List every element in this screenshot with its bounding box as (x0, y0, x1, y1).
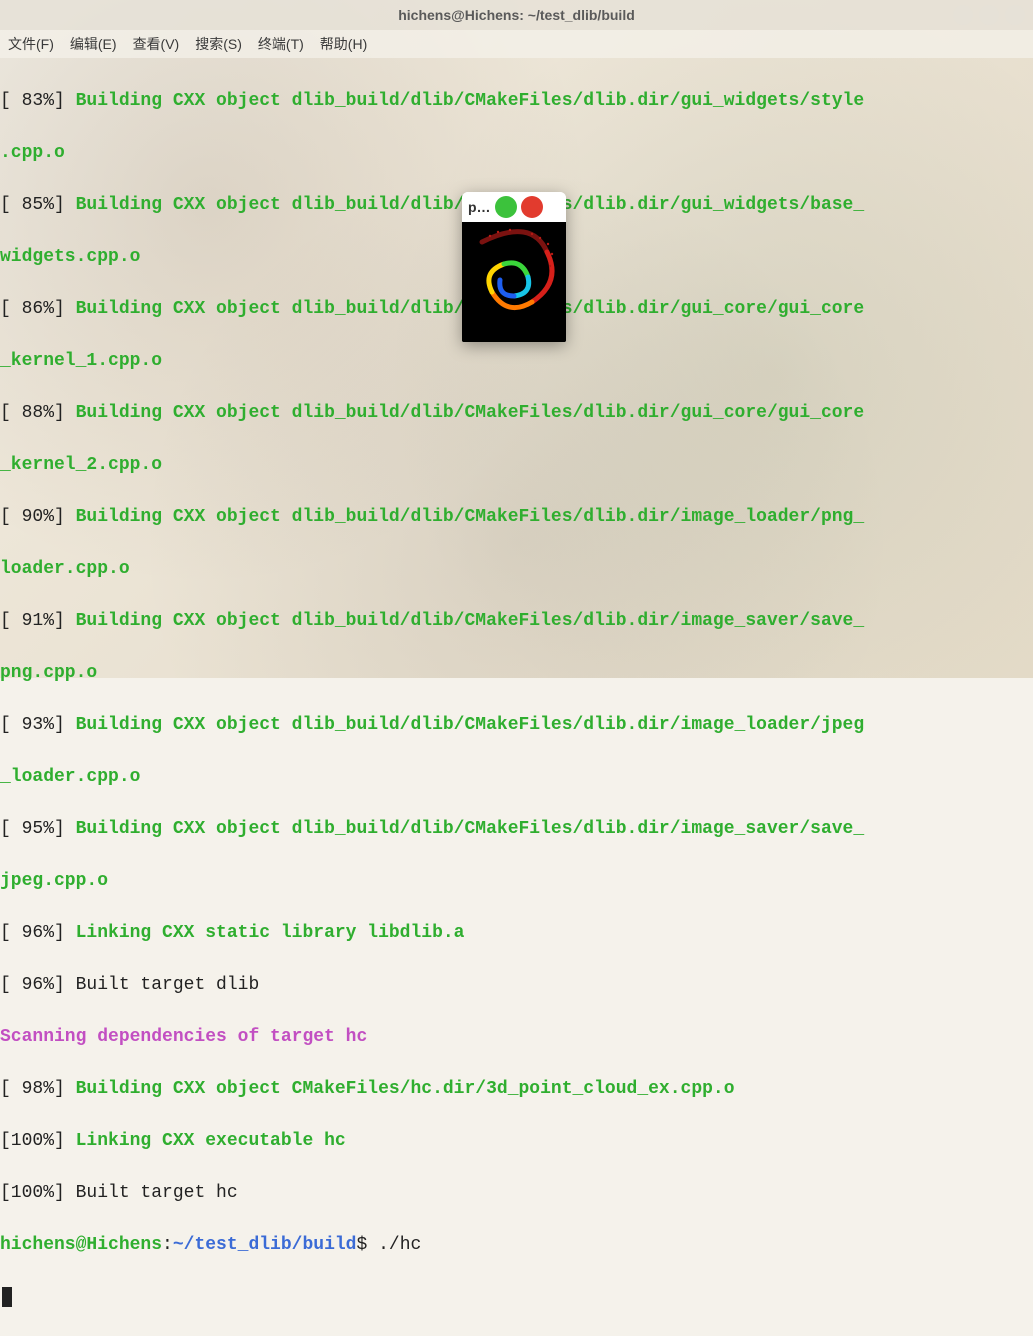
window-titlebar: hichens@Hichens: ~/test_dlib/build (0, 0, 1033, 30)
build-line: Building CXX object dlib_build/dlib/CMak… (76, 507, 865, 527)
perspective-window[interactable]: p… (462, 192, 566, 342)
build-line: Building CXX object dlib_build/dlib/CMak… (76, 611, 865, 631)
window-maximize-button[interactable] (979, 5, 999, 25)
menu-edit[interactable]: 编辑(E) (70, 34, 117, 54)
prompt-command: ./hc (378, 1235, 421, 1255)
prompt-colon: : (162, 1235, 173, 1255)
build-line: Building CXX object dlib_build/dlib/CMak… (76, 715, 865, 735)
popup-maximize-button[interactable] (495, 196, 517, 218)
window-title: hichens@Hichens: ~/test_dlib/build (398, 7, 635, 23)
build-line: Building CXX object dlib_build/dlib/CMak… (76, 403, 865, 423)
prompt-user: hichens@Hichens (0, 1235, 162, 1255)
window-close-button[interactable] (1005, 5, 1025, 25)
progress-pct: [100%] (0, 1131, 76, 1151)
progress-pct: [100%] (0, 1183, 76, 1203)
scan-line: Scanning dependencies of target hc (0, 1024, 1033, 1050)
progress-pct: [ 98%] (0, 1079, 76, 1099)
build-line-cont: png.cpp.o (0, 660, 1033, 686)
progress-pct: [ 90%] (0, 507, 76, 527)
build-line-cont: jpeg.cpp.o (0, 868, 1033, 894)
progress-pct: [ 91%] (0, 611, 76, 631)
cursor-block (2, 1287, 12, 1307)
menu-file[interactable]: 文件(F) (8, 34, 54, 54)
window-controls (953, 5, 1025, 25)
menu-search[interactable]: 搜索(S) (195, 34, 242, 54)
progress-pct: [ 93%] (0, 715, 76, 735)
build-line-cont: _loader.cpp.o (0, 764, 1033, 790)
progress-pct: [ 85%] (0, 195, 76, 215)
build-line-cont: loader.cpp.o (0, 556, 1033, 582)
popup-close-button[interactable] (521, 196, 543, 218)
build-line-cont: .cpp.o (0, 140, 1033, 166)
link-line: Linking CXX static library libdlib.a (76, 923, 465, 943)
menu-help[interactable]: 帮助(H) (320, 34, 367, 54)
prompt-path: ~/test_dlib/build (173, 1235, 357, 1255)
progress-pct: [ 88%] (0, 403, 76, 423)
build-line: Building CXX object dlib_build/dlib/CMak… (76, 91, 865, 111)
progress-pct: [ 83%] (0, 91, 76, 111)
popup-title: p… (468, 199, 491, 215)
point-cloud-canvas[interactable] (462, 222, 566, 342)
progress-pct: [ 95%] (0, 819, 76, 839)
prompt-dollar: $ (356, 1235, 378, 1255)
build-line-cont: _kernel_1.cpp.o (0, 348, 1033, 374)
menubar: 文件(F) 编辑(E) 查看(V) 搜索(S) 终端(T) 帮助(H) (0, 30, 1033, 58)
menu-terminal[interactable]: 终端(T) (258, 34, 304, 54)
built-line: Built target dlib (76, 975, 260, 995)
progress-pct: [ 86%] (0, 299, 76, 319)
popup-titlebar[interactable]: p… (462, 192, 566, 222)
menu-view[interactable]: 查看(V) (133, 34, 180, 54)
link-line: Linking CXX executable hc (76, 1131, 346, 1151)
build-line: Building CXX object dlib_build/dlib/CMak… (76, 819, 865, 839)
build-line: Building CXX object CMakeFiles/hc.dir/3d… (76, 1079, 735, 1099)
window-minimize-button[interactable] (953, 5, 973, 25)
build-line-cont: _kernel_2.cpp.o (0, 452, 1033, 478)
built-line: Built target hc (76, 1183, 238, 1203)
progress-pct: [ 96%] (0, 923, 76, 943)
progress-pct: [ 96%] (0, 975, 76, 995)
prompt-line[interactable]: hichens@Hichens:~/test_dlib/build$ ./hc (0, 1232, 1033, 1258)
